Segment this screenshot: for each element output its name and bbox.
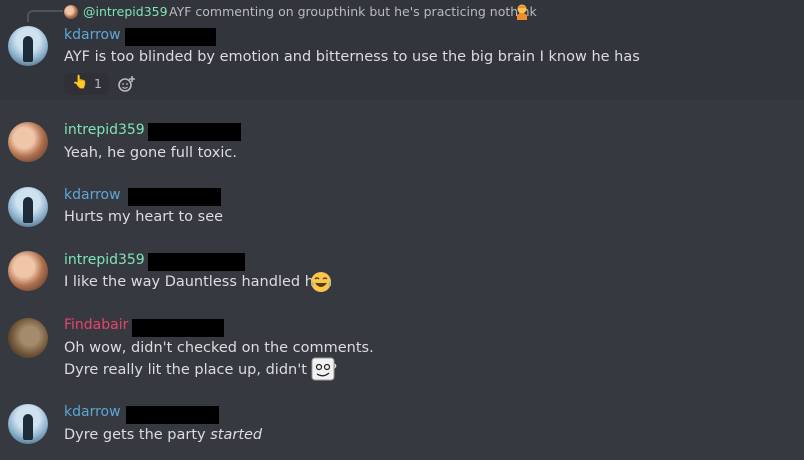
message-text: I like the way Dauntless handled him — [64, 274, 333, 290]
message-3[interactable]: kdarrow Hurts my heart to see — [0, 180, 804, 240]
avatar[interactable] — [8, 26, 48, 66]
redacted-block — [126, 406, 219, 424]
message-text-plain: Dyre gets the party — [64, 427, 211, 443]
avatar[interactable] — [8, 251, 48, 291]
avatar[interactable] — [8, 318, 48, 358]
redacted-block — [125, 28, 216, 46]
reply-mention[interactable]: @intrepid359 — [83, 4, 168, 19]
message-1[interactable]: @intrepid359 AYF commenting on groupthin… — [0, 0, 804, 100]
message-text: Yeah, he gone full toxic. — [64, 145, 237, 161]
message-text: Dyre gets the party started — [64, 427, 262, 443]
reply-text[interactable]: AYF commenting on groupthink but he's pr… — [169, 4, 537, 19]
message-text: AYF is too blinded by emotion and bitter… — [64, 49, 640, 65]
redacted-block — [148, 123, 241, 141]
redacted-block — [128, 188, 221, 206]
author-name[interactable]: kdarrow — [64, 404, 121, 420]
laughing-emoji-icon — [311, 272, 331, 292]
author-name[interactable]: Findabair — [64, 317, 128, 333]
author-name[interactable]: kdarrow — [64, 27, 121, 43]
message-4[interactable]: intrepid359 I like the way Dauntless han… — [0, 244, 804, 304]
message-5[interactable]: Findabair Oh wow, didn't checked on the … — [0, 310, 804, 390]
author-name[interactable]: intrepid359 — [64, 122, 145, 138]
message-text-italic: started — [210, 427, 263, 443]
message-6[interactable]: kdarrow Dyre gets the party started — [0, 398, 804, 460]
person-emoji-icon — [517, 4, 527, 20]
avatar[interactable] — [8, 187, 48, 227]
reaction-button[interactable]: 👆 1 — [64, 73, 109, 95]
reply-connector — [27, 10, 63, 22]
add-reaction-icon[interactable] — [117, 75, 137, 93]
author-name[interactable]: intrepid359 — [64, 252, 145, 268]
avatar[interactable] — [8, 404, 48, 444]
author-name[interactable]: kdarrow — [64, 187, 121, 203]
redacted-block — [132, 319, 224, 337]
redacted-block — [148, 253, 245, 271]
meme-face-emoji-icon — [311, 357, 335, 381]
pointing-hand-icon: 👆 — [72, 75, 89, 90]
reaction-count: 1 — [94, 76, 102, 91]
message-text: Hurts my heart to see — [64, 209, 224, 225]
message-text-line-2: Dyre really lit the place up, didn't he? — [64, 362, 338, 378]
message-2[interactable]: intrepid359 Yeah, he gone full toxic. — [0, 115, 804, 175]
reply-avatar[interactable] — [64, 5, 78, 19]
avatar[interactable] — [8, 122, 48, 162]
message-text-line-1: Oh wow, didn't checked on the comments. — [64, 340, 374, 356]
